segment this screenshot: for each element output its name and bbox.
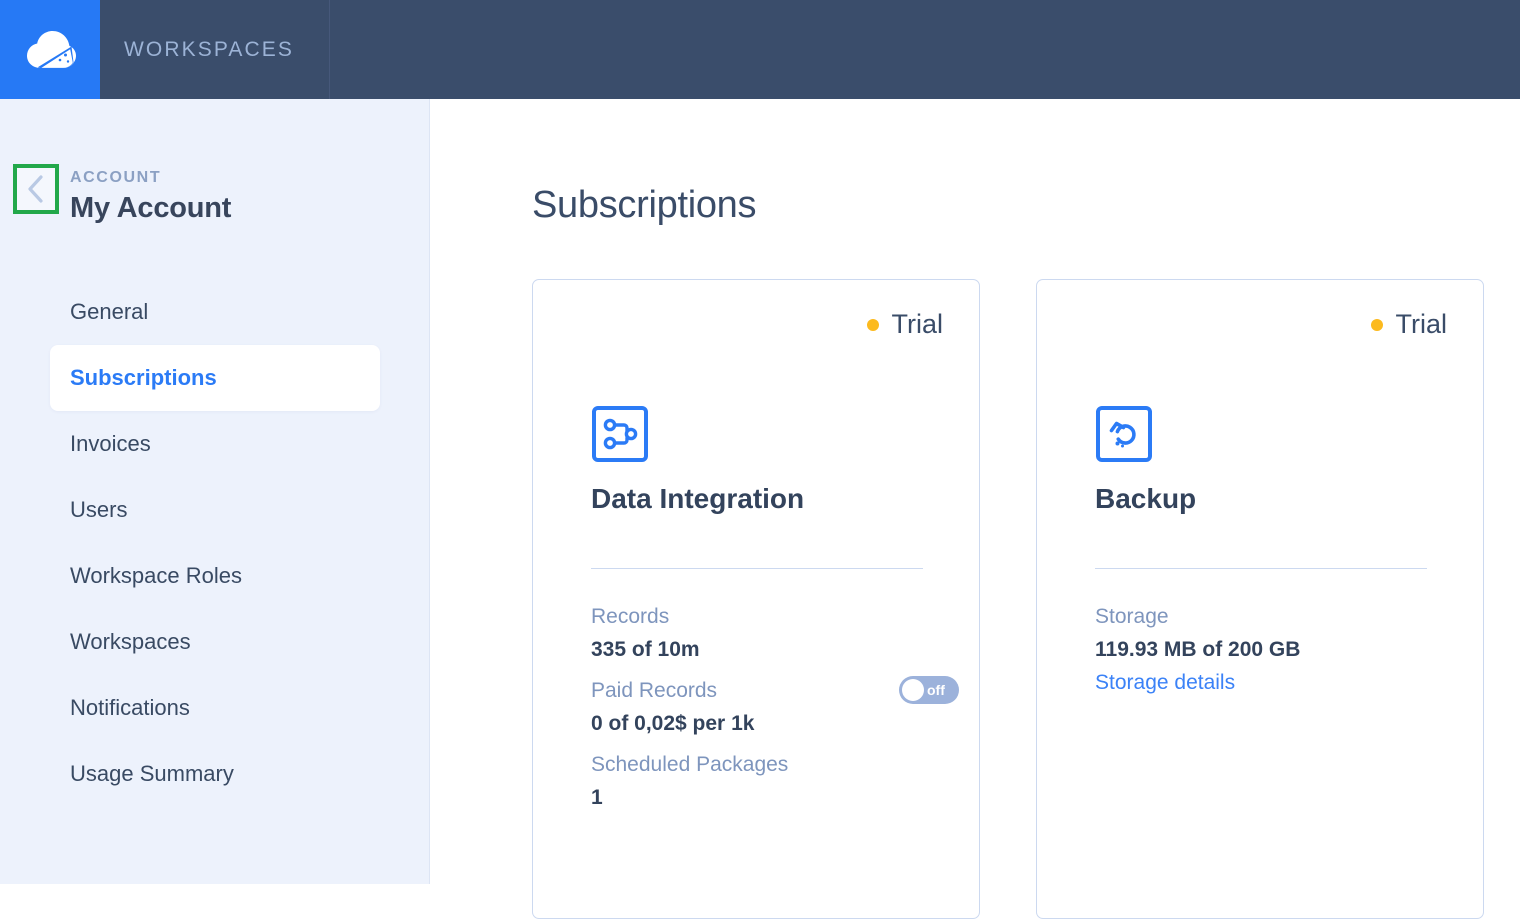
brand-cell[interactable]: WORKSPACES [100, 0, 330, 99]
metric-value: 119.93 MB of 200 GB [1095, 638, 1301, 661]
metric-scheduled-packages: Scheduled Packages 1 [591, 748, 931, 814]
status-dot-icon [866, 318, 879, 331]
sidebar-item-general[interactable]: General [50, 279, 380, 345]
sidebar-nav: General Subscriptions Invoices Users Wor… [0, 279, 430, 807]
cloud-logo-icon [24, 27, 76, 73]
chevron-left-icon [26, 174, 46, 204]
status-badge: Trial [866, 309, 944, 340]
paid-records-toggle[interactable]: off [899, 676, 959, 704]
back-button[interactable] [13, 164, 59, 214]
account-title: My Account [70, 192, 232, 224]
sidebar-item-invoices[interactable]: Invoices [50, 411, 380, 477]
metric-label: Records [591, 605, 670, 628]
sidebar-item-usage-summary[interactable]: Usage Summary [50, 741, 380, 807]
top-bar: WORKSPACES [0, 0, 1520, 99]
metric-storage: Storage 119.93 MB of 200 GB Storage deta… [1095, 600, 1435, 699]
sidebar-item-workspace-roles[interactable]: Workspace Roles [50, 543, 380, 609]
subscription-card-backup[interactable]: Trial Backup Storage 119.93 MB of 200 GB… [1036, 279, 1484, 919]
subscription-card-data-integration[interactable]: Trial Data Integration Records 335 of 10… [532, 279, 980, 919]
metric-value: 1 [591, 786, 603, 809]
status-label: Trial [1395, 309, 1448, 339]
card-title: Backup [1095, 483, 1197, 514]
toggle-state-label: off [927, 682, 945, 698]
card-title: Data Integration [591, 483, 805, 514]
backup-restore-icon [1095, 405, 1153, 463]
page-title: Subscriptions [532, 184, 757, 226]
account-section-label: ACCOUNT [70, 169, 162, 186]
account-header: ACCOUNT My Account [0, 155, 430, 265]
sidebar-item-users[interactable]: Users [50, 477, 380, 543]
status-badge: Trial [1370, 309, 1448, 340]
app-logo[interactable] [0, 0, 100, 99]
metric-label: Paid Records [591, 679, 718, 702]
card-divider [591, 568, 923, 569]
metric-paid-records: Paid Records 0 of 0,02$ per 1k off [591, 674, 959, 740]
data-integration-icon [591, 405, 649, 463]
subscription-cards: Trial Data Integration Records 335 of 10… [532, 279, 1484, 919]
main-content: Subscriptions Trial Data Integration Rec… [431, 99, 1520, 919]
card-divider [1095, 568, 1427, 569]
metric-label: Scheduled Packages [591, 753, 789, 776]
card-metrics: Storage 119.93 MB of 200 GB Storage deta… [1095, 600, 1435, 707]
metric-value: 335 of 10m [591, 638, 700, 661]
metric-value: 0 of 0,02$ per 1k [591, 712, 755, 735]
toggle-knob [902, 679, 924, 701]
status-dot-icon [1370, 318, 1383, 331]
sidebar-item-subscriptions[interactable]: Subscriptions [50, 345, 380, 411]
top-bar-empty-area [330, 0, 1520, 99]
metric-records: Records 335 of 10m [591, 600, 931, 666]
status-label: Trial [891, 309, 944, 339]
sidebar-item-notifications[interactable]: Notifications [50, 675, 380, 741]
storage-details-link[interactable]: Storage details [1095, 666, 1435, 699]
card-metrics: Records 335 of 10m Paid Records 0 of 0,0… [591, 600, 959, 822]
metric-label: Storage [1095, 605, 1169, 628]
brand-title: WORKSPACES [124, 37, 294, 61]
sidebar: ACCOUNT My Account General Subscriptions… [0, 99, 430, 884]
sidebar-item-workspaces[interactable]: Workspaces [50, 609, 380, 675]
